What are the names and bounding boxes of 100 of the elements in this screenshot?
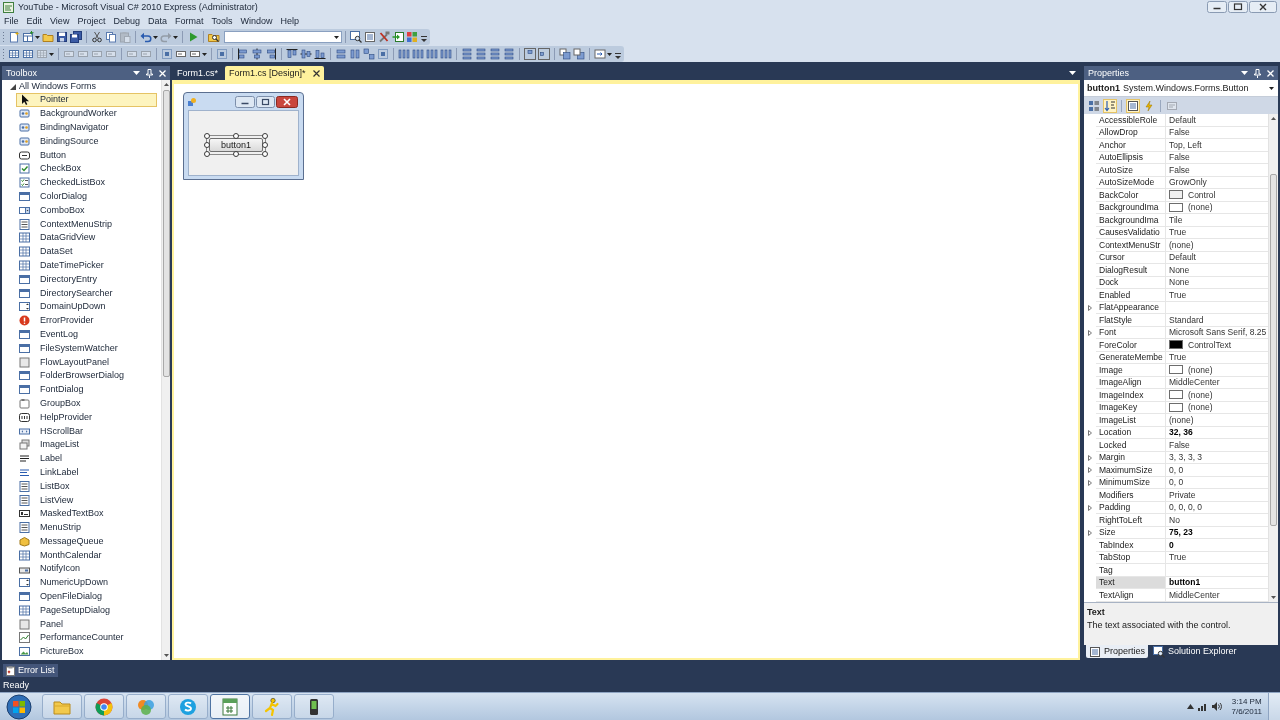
signal-bars-icon[interactable] [1198, 702, 1209, 711]
vertical-spacing-icon[interactable] [461, 48, 473, 60]
toolbox-item[interactable]: DataGridView [16, 230, 157, 245]
menu-item[interactable]: View [46, 16, 74, 26]
scissors-icon[interactable] [91, 31, 103, 43]
property-value[interactable]: None [1169, 278, 1190, 287]
scroll-down-icon[interactable] [163, 654, 169, 657]
menu-item[interactable]: Window [236, 16, 277, 26]
expand-triangle-icon[interactable] [1088, 467, 1092, 474]
close-icon[interactable] [312, 69, 320, 77]
property-value[interactable]: Top, Left [1169, 140, 1202, 149]
property-list-icon[interactable] [1126, 98, 1140, 113]
toolbox-item[interactable]: CheckedListBox [16, 175, 157, 190]
minimize-icon[interactable] [1207, 1, 1227, 13]
toolbox-item[interactable]: DomainUpDown [16, 299, 157, 314]
property-value[interactable]: 0, 0 [1169, 478, 1184, 487]
taskbar-button[interactable] [210, 694, 250, 719]
property-value[interactable]: (none) [1188, 390, 1213, 399]
center-horizontal-icon[interactable] [524, 48, 536, 60]
property-value[interactable]: ControlText [1188, 340, 1231, 349]
document-tab[interactable]: Form1.cs [Design]* [225, 66, 324, 80]
toolbox-item[interactable]: Label [16, 451, 157, 466]
tools-icon[interactable] [378, 31, 390, 43]
toolbox-item[interactable]: MessageQueue [16, 534, 157, 549]
toolbox-item[interactable]: EventLog [16, 327, 157, 342]
grip-icon[interactable] [2, 48, 5, 60]
property-value[interactable]: 32, 36 [1169, 428, 1193, 437]
menu-item[interactable]: Project [73, 16, 110, 26]
toolbox-item[interactable]: PictureBox [16, 644, 157, 659]
expand-triangle-icon[interactable] [1088, 329, 1092, 336]
toolbox-item[interactable]: ImageList [16, 437, 157, 452]
property-value[interactable]: 0 [1169, 540, 1174, 549]
window-grid-icon[interactable] [22, 31, 34, 43]
save-all-icon[interactable] [70, 31, 82, 43]
vertical-spacing-icon[interactable] [489, 48, 501, 60]
property-value[interactable]: False [1169, 153, 1190, 162]
equal-width-icon[interactable] [335, 48, 347, 60]
caret-icon[interactable] [49, 52, 54, 56]
scroll-down-icon[interactable] [1271, 596, 1276, 599]
panel-tab[interactable]: Solution Explorer [1150, 645, 1240, 658]
toolbox-item[interactable]: ColorDialog [16, 189, 157, 204]
horizontal-spacing-icon[interactable] [412, 48, 424, 60]
property-value[interactable]: (none) [1188, 403, 1213, 412]
toolbox-item[interactable]: BindingNavigator [16, 120, 157, 135]
horizontal-spacing-icon[interactable] [398, 48, 410, 60]
toolbox-item[interactable]: FileSystemWatcher [16, 341, 157, 356]
caret-icon[interactable] [173, 35, 178, 39]
toolbox-item[interactable]: PerformanceCounter [16, 631, 157, 645]
menu-item[interactable]: Format [170, 16, 208, 26]
toolbox-item[interactable]: CheckBox [16, 162, 157, 176]
toolbox-item[interactable]: ListBox [16, 479, 157, 494]
up-caret-icon[interactable] [1187, 704, 1195, 709]
caret-icon[interactable] [334, 35, 339, 39]
toolbox-item[interactable]: MenuStrip [16, 520, 157, 535]
window-search-icon[interactable] [350, 31, 362, 43]
toolbox-item[interactable]: DataSet [16, 244, 157, 259]
maximize-icon[interactable] [1228, 1, 1248, 13]
close-icon[interactable] [1249, 1, 1277, 13]
toolbox-item[interactable]: ErrorProvider [16, 313, 157, 328]
undo-icon[interactable] [140, 31, 152, 43]
menu-item[interactable]: Help [276, 16, 303, 26]
property-value[interactable]: (none) [1169, 415, 1194, 424]
center-vertical-icon[interactable] [538, 48, 550, 60]
property-value[interactable]: GrowOnly [1169, 178, 1207, 187]
menu-item[interactable]: Debug [109, 16, 144, 26]
form-button[interactable]: button1 [209, 138, 263, 152]
property-value[interactable]: Standard [1169, 315, 1204, 324]
error-list-tab[interactable]: Error List [3, 664, 58, 677]
caret-icon[interactable] [607, 52, 612, 56]
toolbox-item[interactable]: GroupBox [16, 396, 157, 411]
toolbox-item[interactable]: Panel [16, 617, 157, 632]
scroll-up-icon[interactable] [163, 83, 169, 86]
scroll-up-icon[interactable] [1271, 117, 1276, 120]
sort-icon[interactable] [1103, 98, 1117, 113]
property-value[interactable]: 0, 0, 0, 0 [1169, 503, 1203, 512]
toolbox-item[interactable]: Button [16, 148, 157, 162]
align-top-icon[interactable] [286, 48, 298, 60]
equal-size-icon[interactable] [363, 48, 375, 60]
caret-icon[interactable] [153, 35, 158, 39]
menu-item[interactable]: Data [143, 16, 171, 26]
bring-to-front-icon[interactable] [559, 48, 571, 60]
expand-triangle-icon[interactable] [1088, 529, 1092, 536]
toolbox-item[interactable]: BackgroundWorker [16, 106, 157, 121]
property-value[interactable]: button1 [1169, 578, 1201, 587]
speaker-icon[interactable] [1212, 702, 1223, 711]
property-value[interactable]: Control [1188, 190, 1216, 199]
field-icon[interactable] [189, 48, 201, 60]
toolbox-item[interactable]: ListView [16, 493, 157, 507]
caret-icon[interactable] [202, 52, 207, 56]
arrow-into-page-icon[interactable] [392, 31, 404, 43]
taskbar-button[interactable] [294, 694, 334, 719]
toolbox-item[interactable]: MonthCalendar [16, 548, 157, 563]
menu-item[interactable]: File [0, 16, 23, 26]
property-value[interactable]: True [1169, 553, 1187, 562]
dropdown-icon[interactable] [1241, 71, 1248, 75]
categorized-icon[interactable] [1087, 98, 1101, 113]
property-value[interactable]: 75, 23 [1169, 528, 1193, 537]
align-bottom-icon[interactable] [314, 48, 326, 60]
toolbox-item[interactable]: FlowLayoutPanel [16, 355, 157, 369]
property-value[interactable]: No [1169, 515, 1180, 524]
